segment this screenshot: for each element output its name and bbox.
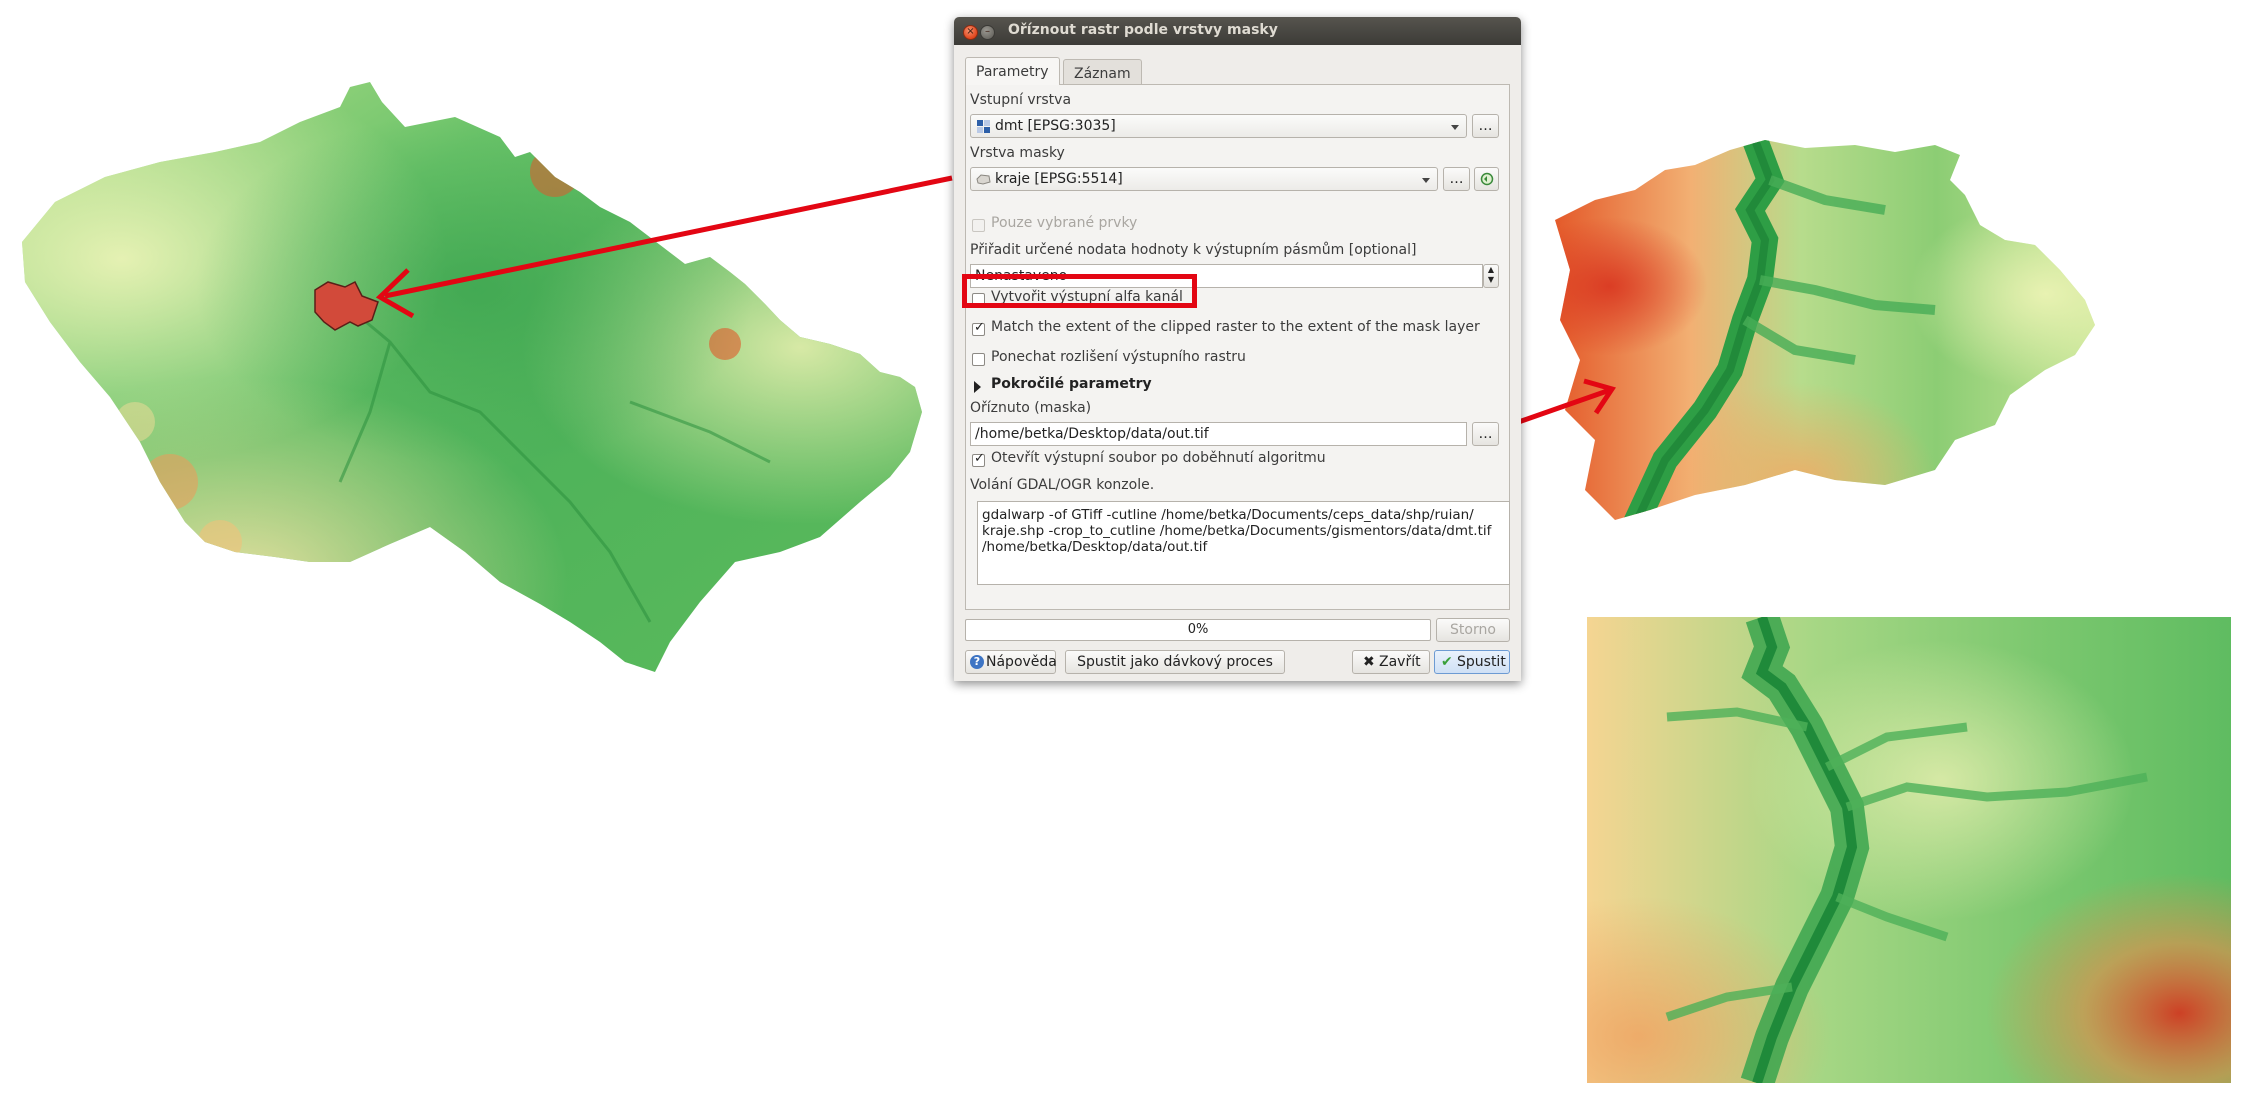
selected-features-label: Pouze vybrané prvky: [991, 215, 1138, 231]
minimize-window-button[interactable]: –: [980, 25, 995, 40]
help-button[interactable]: ? Nápověda: [965, 650, 1057, 674]
progress-text: 0%: [1187, 622, 1209, 637]
vector-layer-icon: [976, 174, 991, 185]
raster-layer-icon: [977, 120, 990, 133]
run-button-label: Spustit: [1457, 654, 1506, 670]
check-icon: ✔: [1441, 654, 1453, 670]
advanced-parameters-toggle[interactable]: Pokročilé parametry: [991, 376, 1152, 392]
expand-arrow-icon[interactable]: [974, 381, 981, 393]
input-layer-browse-button[interactable]: …: [1472, 114, 1499, 138]
mask-layer-value: kraje [EPSG:5514]: [995, 171, 1123, 187]
close-icon: ✖: [1363, 654, 1375, 670]
match-extent-label: Match the extent of the clipped raster t…: [991, 319, 1480, 335]
iterate-button[interactable]: [1474, 167, 1499, 191]
mask-layer-label: Vrstva masky: [970, 145, 1065, 161]
close-icon: ×: [966, 26, 975, 37]
input-layer-combo[interactable]: dmt [EPSG:3035]: [970, 114, 1467, 138]
cancel-button[interactable]: Storno: [1436, 618, 1510, 642]
close-button[interactable]: ✖ Zavřít: [1352, 650, 1430, 674]
dialog-title: Oříznout rastr podle vrstvy masky: [1008, 22, 1278, 38]
clip-raster-dialog: × – Oříznout rastr podle vrstvy masky Pa…: [954, 17, 1521, 681]
keep-resolution-label: Ponechat rozlišení výstupního rastru: [991, 349, 1246, 365]
mask-layer-combo[interactable]: kraje [EPSG:5514]: [970, 167, 1438, 191]
help-button-label: Nápověda: [986, 654, 1057, 670]
chevron-down-icon: [1422, 178, 1430, 183]
console-line: /home/betka/Desktop/data/out.tif: [982, 539, 1208, 555]
close-window-button[interactable]: ×: [963, 25, 978, 40]
console-line: kraje.shp -crop_to_cutline /home/betka/D…: [982, 523, 1492, 539]
console-line: gdalwarp -of GTiff -cutline /home/betka/…: [982, 507, 1474, 523]
parameters-panel: Vstupní vrstva dmt [EPSG:3035] … Vrstva …: [965, 84, 1510, 610]
title-bar: × – Oříznout rastr podle vrstvy masky: [954, 17, 1521, 45]
console-label: Volání GDAL/OGR konzole.: [970, 477, 1155, 493]
output-path-input[interactable]: /home/betka/Desktop/data/out.tif: [970, 422, 1467, 446]
mask-layer-browse-button[interactable]: …: [1443, 167, 1470, 191]
input-layer-value: dmt [EPSG:3035]: [995, 118, 1116, 134]
open-output-label: Otevřít výstupní soubor po doběhnutí alg…: [991, 450, 1326, 466]
match-extent-checkbox[interactable]: [972, 320, 985, 336]
batch-process-button[interactable]: Spustit jako dávkový proces: [1065, 650, 1285, 674]
help-icon: ?: [970, 655, 984, 669]
tab-log[interactable]: Záznam: [1063, 59, 1142, 86]
open-output-checkbox[interactable]: [972, 451, 985, 467]
alpha-highlight-box: [962, 274, 1197, 308]
run-button[interactable]: ✔ Spustit: [1434, 650, 1510, 674]
chevron-down-icon: [1451, 125, 1459, 130]
minimize-icon: –: [985, 26, 990, 37]
selected-features-checkbox[interactable]: [972, 219, 985, 232]
nodata-label: Přiřadit určené nodata hodnoty k výstupn…: [970, 242, 1417, 258]
close-button-label: Zavřít: [1379, 654, 1421, 670]
gdal-command-textarea[interactable]: gdalwarp -of GTiff -cutline /home/betka/…: [977, 501, 1510, 585]
tab-parameters[interactable]: Parametry: [965, 57, 1060, 85]
nodata-spinner[interactable]: ▲ ▼: [1483, 264, 1499, 288]
output-browse-button[interactable]: …: [1472, 422, 1499, 446]
iterate-icon: [1480, 172, 1494, 186]
keep-resolution-checkbox[interactable]: [972, 353, 985, 366]
output-label: Oříznuto (maska): [970, 400, 1092, 416]
progress-bar: 0%: [965, 619, 1431, 641]
input-layer-label: Vstupní vrstva: [970, 92, 1072, 108]
